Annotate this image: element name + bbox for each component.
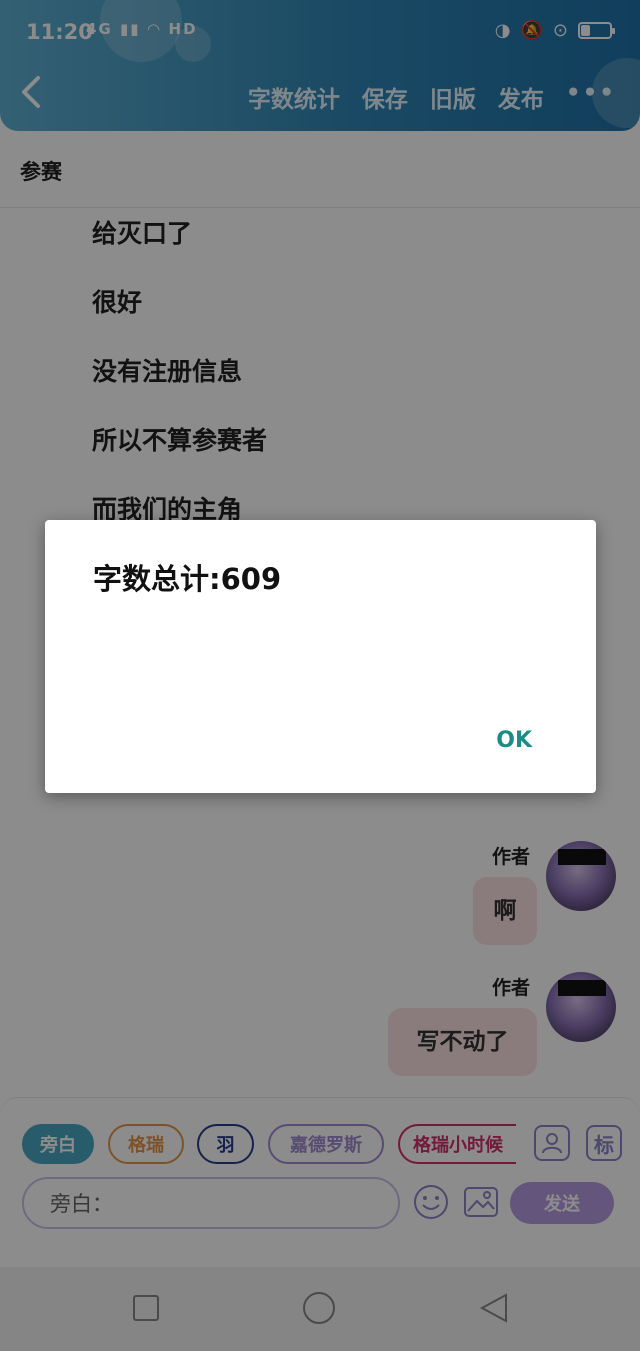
dialog-message: 字数总计:609 — [93, 562, 282, 596]
word-count-dialog: 字数总计:609 OK — [45, 520, 596, 793]
ok-button[interactable]: OK — [496, 728, 532, 753]
